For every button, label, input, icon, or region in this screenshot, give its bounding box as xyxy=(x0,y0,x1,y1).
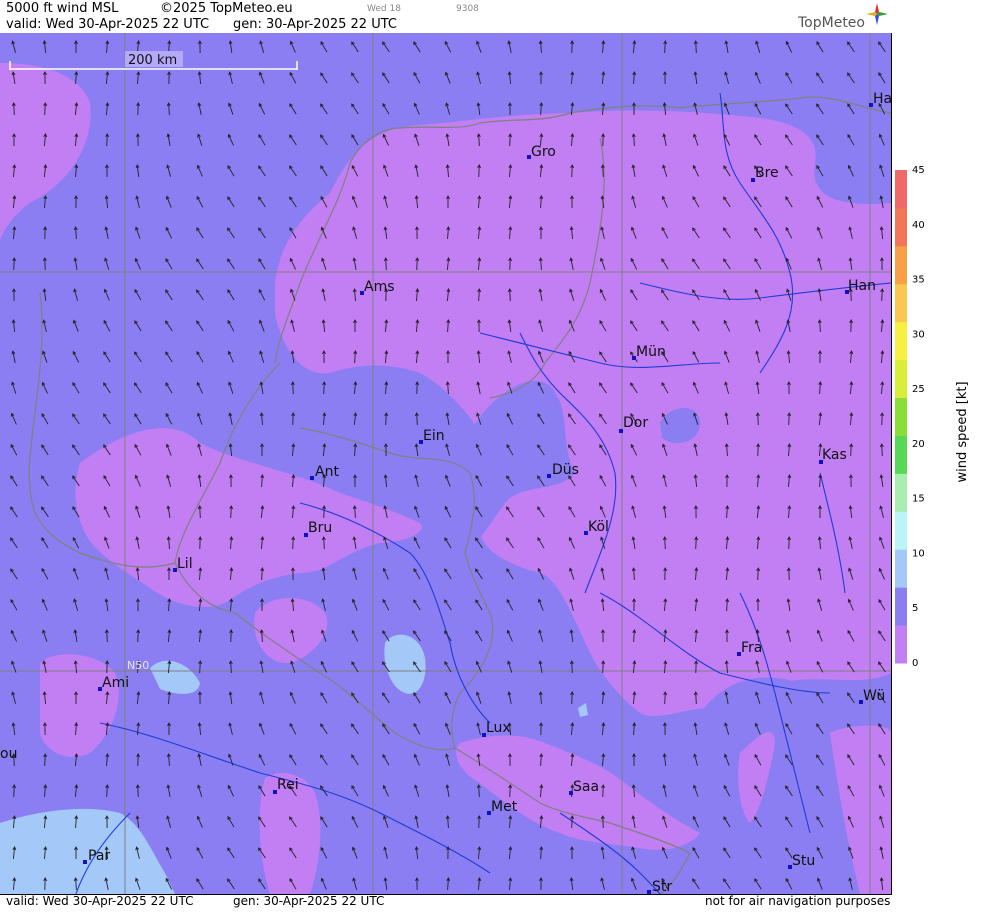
city-label: Dor xyxy=(623,415,648,431)
city-label: ou xyxy=(0,746,17,762)
legend-tick-label: 45 xyxy=(912,165,925,176)
city-label: Str xyxy=(652,879,672,894)
city-label: Han xyxy=(848,278,876,294)
footer-generated-time: gen: 30-Apr-2025 22 UTC xyxy=(233,894,385,908)
footer-bar: valid: Wed 30-Apr-2025 22 UTC gen: 30-Ap… xyxy=(0,894,891,909)
city-label: Ein xyxy=(423,428,445,444)
city-label: Saa xyxy=(573,779,599,795)
legend-title: wind speed [kt] xyxy=(955,381,970,482)
city-label: Ami xyxy=(102,675,129,691)
lat-label: N50 xyxy=(127,659,149,672)
legend-band xyxy=(895,511,907,550)
map-canvas: 200 km N50 Gro Bre Ha Ams Han Mün Dor Ei… xyxy=(0,33,891,894)
valid-time: valid: Wed 30-Apr-2025 22 UTC xyxy=(6,17,210,32)
wind-map[interactable]: 200 km N50 Gro Bre Ha Ams Han Mün Dor Ei… xyxy=(0,33,892,895)
copyright-text: ©2025 TopMeteo.eu xyxy=(160,1,293,16)
city-label: Lux xyxy=(486,720,511,736)
city-label: Met xyxy=(491,799,518,815)
legend-band xyxy=(895,435,907,474)
legend-tick-label: 25 xyxy=(912,384,925,395)
city-label: Mün xyxy=(636,344,666,360)
city-label: Ant xyxy=(315,464,339,480)
city-label: Köl xyxy=(588,519,609,535)
city-label: Rei xyxy=(277,777,299,793)
topmeteo-logo: TopMeteo xyxy=(797,3,888,31)
city-label: Stu xyxy=(792,853,815,869)
color-legend: 45 40 35 30 25 20 15 10 5 0 wind speed [kt] xyxy=(892,0,983,909)
code-label: 9308 xyxy=(456,4,479,14)
city-label: Bru xyxy=(308,520,332,536)
legend-band xyxy=(895,245,907,285)
city-label: Fra xyxy=(741,640,762,656)
legend-tick-label: 40 xyxy=(912,220,925,231)
legend-tick-label: 10 xyxy=(912,548,925,559)
legend-band xyxy=(895,397,907,436)
legend-bands xyxy=(895,170,907,664)
disclaimer: not for air navigation purposes xyxy=(705,894,891,908)
legend-band xyxy=(895,587,907,626)
city-label: Lil xyxy=(177,556,193,572)
scale-label: 200 km xyxy=(128,53,177,68)
weekday-label: Wed 18 xyxy=(367,4,401,14)
legend-tick-label: 0 xyxy=(912,658,918,669)
legend-band xyxy=(895,473,907,512)
legend-band xyxy=(895,207,907,247)
legend-tick-label: 15 xyxy=(912,494,925,505)
city-label: Düs xyxy=(552,462,579,478)
legend-ticks: 45 40 35 30 25 20 15 10 5 0 xyxy=(912,165,925,669)
legend-band xyxy=(895,549,907,588)
legend-band xyxy=(895,170,907,209)
header-bar: 5000 ft wind MSL ©2025 TopMeteo.eu Wed 1… xyxy=(0,0,891,33)
legend-band xyxy=(895,321,907,361)
footer-valid-time: valid: Wed 30-Apr-2025 22 UTC xyxy=(6,894,194,908)
logo-text: TopMeteo xyxy=(797,15,865,31)
legend-canvas: 45 40 35 30 25 20 15 10 5 0 wind speed [kt] xyxy=(895,165,970,669)
city-label: Wü xyxy=(863,688,885,704)
generated-time: gen: 30-Apr-2025 22 UTC xyxy=(233,17,397,32)
legend-band xyxy=(895,625,907,664)
legend-band xyxy=(895,359,907,399)
city-label: Bre xyxy=(755,165,779,181)
city-label: Kas xyxy=(822,447,847,463)
city-label: Par xyxy=(88,848,110,864)
city-label: Gro xyxy=(531,144,556,160)
legend-band xyxy=(895,283,907,323)
legend-tick-label: 30 xyxy=(912,329,925,340)
legend-tick-label: 35 xyxy=(912,275,925,286)
city-label: Ha xyxy=(873,91,891,107)
compass-icon xyxy=(866,3,888,25)
legend-tick-label: 5 xyxy=(912,603,918,614)
legend-tick-label: 20 xyxy=(912,439,925,450)
product-title: 5000 ft wind MSL xyxy=(6,1,119,16)
city-label: Ams xyxy=(364,279,395,295)
